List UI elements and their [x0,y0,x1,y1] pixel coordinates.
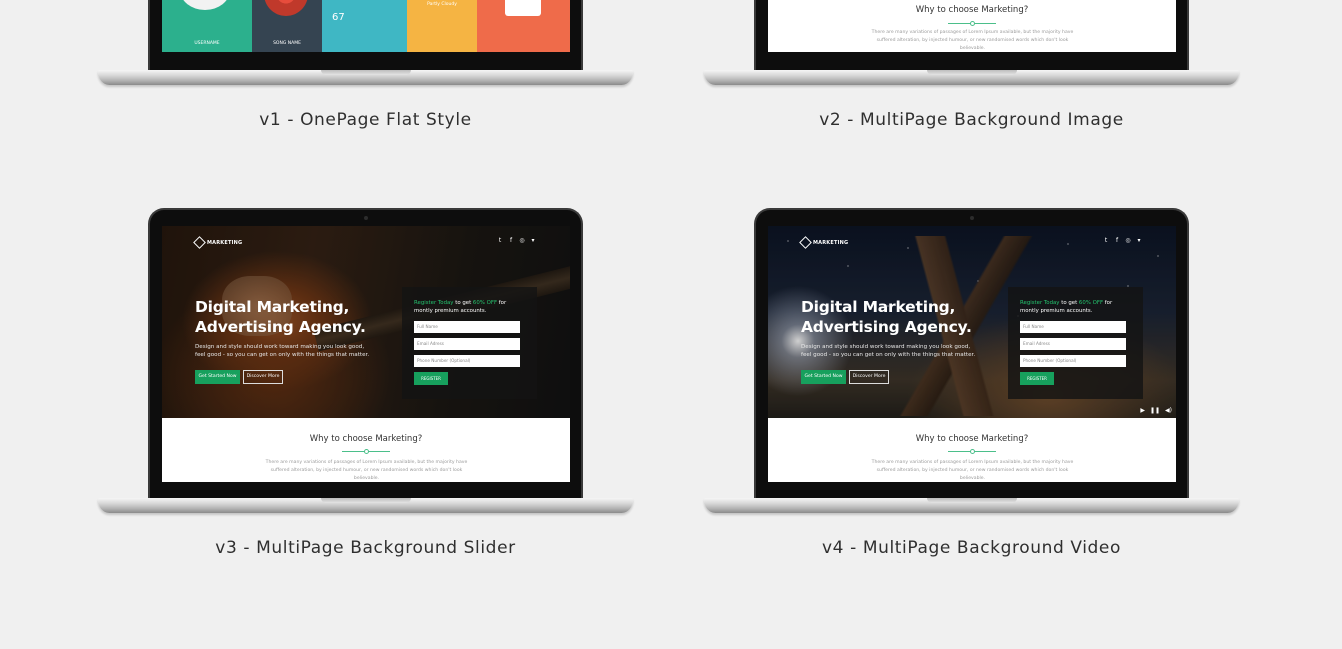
tile-label: Partly Cloudy [427,2,457,7]
demo-card-v3[interactable]: MARKETING t f ◎ ▾ Digital Marketing, Adv… [98,208,633,568]
laptop-screen: Why to choose Marketing? There are many … [768,0,1176,52]
why-body: There are many variations of passages of… [265,460,468,481]
discover-more-button: Discover More [849,370,889,384]
hero-section: MARKETING t f ◎ ▾ Digital Marketing, Adv… [162,226,570,418]
pinterest-icon: ▾ [531,237,535,244]
hero-headline: Digital Marketing, Advertising Agency. [801,298,972,336]
profile-tile: USERNAME [162,0,252,52]
logo-icon [799,236,812,249]
flat-style-preview: USERNAME SONG NAME 67 Partly Cloudy [162,0,570,52]
hero-section: MARKETING t f ◎ ▾ Digital Marketing, Adv… [768,226,1176,418]
why-title: Why to choose Marketing? [915,5,1029,15]
twitter-icon: t [1104,237,1108,244]
music-tile: SONG NAME [252,0,322,52]
discover-more-button: Discover More [243,370,283,384]
tile-label: SONG NAME [273,41,301,46]
pause-icon: ❚❚ [1149,407,1161,414]
facebook-icon: f [509,237,513,244]
form-heading: Register Today to get 60% OFF for montly… [1020,300,1113,314]
laptop-screen: MARKETING t f ◎ ▾ Digital Marketing, Adv… [162,226,570,482]
laptop-lid: Why to choose Marketing? There are many … [754,0,1189,72]
demo-card-v4[interactable]: MARKETING t f ◎ ▾ Digital Marketing, Adv… [704,208,1239,568]
facebook-icon: f [1115,237,1119,244]
email-field: Email Adress [414,338,520,350]
demo-title: v4 - MultiPage Background Video [822,538,1121,558]
full-name-field: Full Name [414,321,520,333]
demo-title: v2 - MultiPage Background Image [819,110,1124,130]
volume-icon: ◀) [1165,407,1172,414]
why-title: Why to choose Marketing? [915,434,1029,444]
title-divider [342,449,390,454]
laptop-base [98,498,633,513]
why-section: Why to choose Marketing? There are many … [768,418,1176,482]
why-title: Why to choose Marketing? [309,434,423,444]
laptop-screen: MARKETING t f ◎ ▾ Digital Marketing, Adv… [768,226,1176,482]
phone-field: Phone Number (Optional) [1020,355,1126,367]
phone-field: Phone Number (Optional) [414,355,520,367]
title-divider [948,21,996,26]
register-button: REGISTER [1020,372,1054,385]
hero-subtext: Design and style should work toward maki… [801,344,976,358]
mail-tile [477,0,570,52]
social-links: t f ◎ ▾ [497,238,536,244]
tile-number: 67 [332,12,345,23]
logo-text: MARKETING [813,239,849,246]
brand-logo: MARKETING [193,236,243,249]
play-icon: ▶ [1140,407,1145,414]
title-divider [948,449,996,454]
social-links: t f ◎ ▾ [1103,238,1142,244]
hero-subtext: Design and style should work toward maki… [195,344,370,358]
why-section: Why to choose Marketing? There are many … [162,418,570,482]
get-started-button: Get Started Now [195,370,240,384]
demo-title: v1 - OnePage Flat Style [259,110,472,130]
envelope-icon [505,0,541,16]
laptop-base [704,70,1239,85]
register-form: Register Today to get 60% OFF for montly… [402,287,537,399]
laptop-base [704,498,1239,513]
form-heading: Register Today to get 60% OFF for montly… [414,300,507,314]
stats-tile: 67 [322,0,407,52]
camera-dot [969,216,974,220]
camera-dot [363,216,368,220]
headphone-icon [180,0,230,10]
laptop-base [98,70,633,85]
register-form: Register Today to get 60% OFF for montly… [1008,287,1143,399]
weather-tile: Partly Cloudy [407,0,477,52]
laptop-lid: USERNAME SONG NAME 67 Partly Cloudy [148,0,583,72]
dribbble-icon: ◎ [519,237,525,244]
get-started-button: Get Started Now [801,370,846,384]
full-name-field: Full Name [1020,321,1126,333]
demo-card-v2[interactable]: Why to choose Marketing? There are many … [704,0,1239,140]
dribbble-icon: ◎ [1125,237,1131,244]
email-field: Email Adress [1020,338,1126,350]
tile-label: USERNAME [194,41,220,46]
demo-card-v1[interactable]: USERNAME SONG NAME 67 Partly Cloudy v1 -… [98,0,633,140]
why-section: Why to choose Marketing? There are many … [768,0,1176,52]
laptop-lid: MARKETING t f ◎ ▾ Digital Marketing, Adv… [754,208,1189,500]
video-controls: ▶ ❚❚ ◀) [1140,407,1172,414]
why-body: There are many variations of passages of… [871,460,1074,481]
brand-logo: MARKETING [799,236,849,249]
why-body: There are many variations of passages of… [871,30,1074,51]
logo-text: MARKETING [207,239,243,246]
register-button: REGISTER [414,372,448,385]
pinterest-icon: ▾ [1137,237,1141,244]
laptop-lid: MARKETING t f ◎ ▾ Digital Marketing, Adv… [148,208,583,500]
demo-title: v3 - MultiPage Background Slider [215,538,516,558]
vinyl-icon [264,0,308,16]
logo-icon [193,236,206,249]
twitter-icon: t [498,237,502,244]
hero-headline: Digital Marketing, Advertising Agency. [195,298,366,336]
laptop-screen: USERNAME SONG NAME 67 Partly Cloudy [162,0,570,52]
